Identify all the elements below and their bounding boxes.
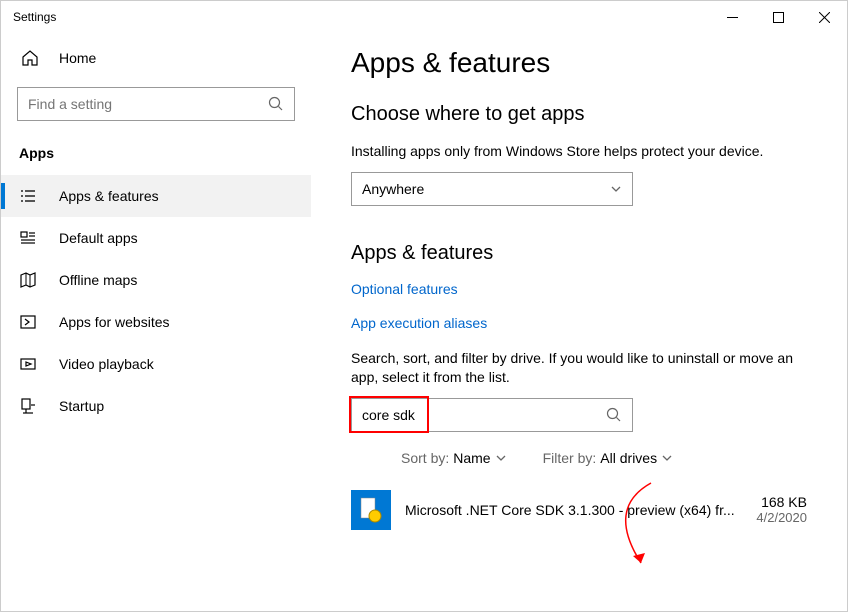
app-search-input[interactable] (362, 407, 606, 423)
sort-label: Sort by: (401, 450, 449, 466)
maximize-button[interactable] (755, 1, 801, 33)
websites-icon (19, 313, 37, 331)
search-help-text: Search, sort, and filter by drive. If yo… (351, 349, 807, 388)
video-icon (19, 355, 37, 373)
content-area: Home Apps Apps & features Default apps O… (1, 33, 847, 611)
nav-offline-maps[interactable]: Offline maps (1, 259, 311, 301)
home-icon (21, 49, 39, 67)
filter-value: All drives (600, 450, 657, 466)
chevron-down-icon (661, 452, 673, 464)
map-icon (19, 271, 37, 289)
window-controls (709, 1, 847, 33)
sort-filter-bar: Sort by: Name Filter by: All drives (401, 450, 807, 466)
choose-heading: Choose where to get apps (351, 103, 807, 126)
sort-value: Name (453, 450, 490, 466)
search-icon (606, 407, 622, 423)
main-panel: Apps & features Choose where to get apps… (311, 33, 847, 611)
app-list-item[interactable]: Microsoft .NET Core SDK 3.1.300 - previe… (351, 484, 807, 536)
app-execution-aliases-link[interactable]: App execution aliases (351, 315, 807, 331)
nav-label: Default apps (59, 230, 138, 246)
nav-label: Startup (59, 398, 104, 414)
apps-heading: Apps & features (351, 242, 807, 265)
source-dropdown[interactable]: Anywhere (351, 172, 633, 206)
chevron-down-icon (610, 183, 622, 195)
nav-apps-features[interactable]: Apps & features (1, 175, 311, 217)
app-info: Microsoft .NET Core SDK 3.1.300 - previe… (405, 502, 756, 518)
close-icon (819, 12, 830, 23)
nav-apps-websites[interactable]: Apps for websites (1, 301, 311, 343)
home-label: Home (59, 50, 96, 66)
choose-description: Installing apps only from Windows Store … (351, 142, 807, 162)
filter-by-control[interactable]: Filter by: All drives (543, 450, 673, 466)
nav-startup[interactable]: Startup (1, 385, 311, 427)
minimize-button[interactable] (709, 1, 755, 33)
app-date: 4/2/2020 (756, 510, 807, 525)
nav-label: Offline maps (59, 272, 137, 288)
window-title: Settings (13, 10, 56, 24)
nav-label: Apps for websites (59, 314, 170, 330)
titlebar: Settings (1, 1, 847, 33)
app-name: Microsoft .NET Core SDK 3.1.300 - previe… (405, 502, 756, 518)
home-nav[interactable]: Home (1, 39, 311, 77)
app-meta: 168 KB 4/2/2020 (756, 494, 807, 525)
search-icon (268, 96, 284, 112)
nav-label: Video playback (59, 356, 154, 372)
nav-default-apps[interactable]: Default apps (1, 217, 311, 259)
close-button[interactable] (801, 1, 847, 33)
default-icon (19, 229, 37, 247)
sort-by-control[interactable]: Sort by: Name (401, 450, 507, 466)
find-setting-search[interactable] (17, 87, 295, 121)
minimize-icon (727, 12, 738, 23)
list-icon (19, 187, 37, 205)
app-search-box[interactable] (351, 398, 633, 432)
app-size: 168 KB (756, 494, 807, 510)
sidebar-section-header: Apps (1, 139, 311, 175)
nav-label: Apps & features (59, 188, 159, 204)
find-setting-input[interactable] (28, 96, 268, 112)
dropdown-value: Anywhere (362, 181, 610, 197)
app-icon (351, 490, 391, 530)
optional-features-link[interactable]: Optional features (351, 281, 807, 297)
sidebar: Home Apps Apps & features Default apps O… (1, 33, 311, 611)
startup-icon (19, 397, 37, 415)
filter-label: Filter by: (543, 450, 597, 466)
page-title: Apps & features (351, 47, 807, 79)
nav-video-playback[interactable]: Video playback (1, 343, 311, 385)
chevron-down-icon (495, 452, 507, 464)
maximize-icon (773, 12, 784, 23)
